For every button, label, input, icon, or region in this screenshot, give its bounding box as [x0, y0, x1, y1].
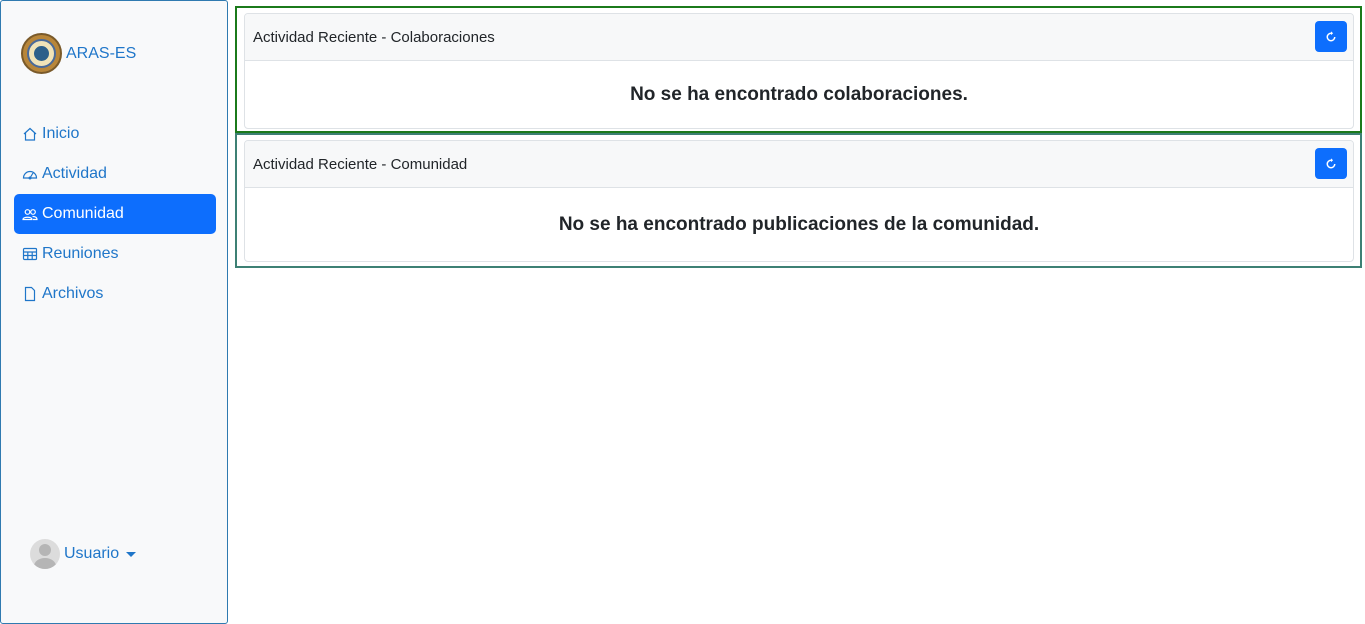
user-menu-toggle[interactable]: Usuario: [30, 539, 137, 569]
sidebar-item-reuniones[interactable]: Reuniones: [14, 234, 216, 274]
card-title: Actividad Reciente - Colaboraciones: [253, 28, 495, 46]
sidebar-item-label: Actividad: [42, 165, 107, 182]
refresh-button[interactable]: [1315, 21, 1347, 52]
card-colaboraciones: Actividad Reciente - Colaboraciones No s…: [244, 13, 1354, 129]
people-icon: [22, 209, 38, 221]
speedometer-icon: [22, 170, 38, 180]
empty-message: No se ha encontrado colaboraciones.: [630, 83, 968, 105]
file-icon: [24, 286, 36, 302]
card-title: Actividad Reciente - Comunidad: [253, 155, 468, 173]
table-icon: [22, 247, 38, 261]
sidebar: ARAS-ES Inicio Actividad Comunidad Reuni…: [0, 0, 228, 624]
card-comunidad: Actividad Reciente - Comunidad No se ha …: [244, 140, 1354, 262]
sidebar-nav: Inicio Actividad Comunidad Reuniones Arc…: [14, 114, 216, 314]
refresh-button[interactable]: [1315, 148, 1347, 179]
caret-down-icon: [126, 551, 137, 557]
institution-logo: [21, 33, 62, 74]
sidebar-item-label: Reuniones: [42, 245, 119, 262]
card-header: Actividad Reciente - Colaboraciones: [245, 14, 1353, 61]
home-icon: [23, 127, 37, 141]
sidebar-item-label: Archivos: [42, 285, 104, 302]
avatar-icon: [30, 539, 60, 569]
sidebar-item-actividad[interactable]: Actividad: [14, 154, 216, 194]
card-header: Actividad Reciente - Comunidad: [245, 141, 1353, 188]
user-label: Usuario: [64, 545, 120, 562]
panel-colaboraciones: Actividad Reciente - Colaboraciones No s…: [235, 6, 1362, 133]
refresh-icon: [1326, 157, 1336, 168]
panel-comunidad: Actividad Reciente - Comunidad No se ha …: [235, 133, 1362, 268]
brand-link[interactable]: ARAS-ES: [21, 33, 136, 74]
sidebar-item-inicio[interactable]: Inicio: [14, 114, 216, 154]
sidebar-item-label: Comunidad: [42, 205, 124, 222]
sidebar-item-archivos[interactable]: Archivos: [14, 274, 216, 314]
brand-label: ARAS-ES: [66, 44, 137, 62]
sidebar-item-comunidad[interactable]: Comunidad: [14, 194, 216, 234]
refresh-icon: [1326, 30, 1336, 41]
empty-message: No se ha encontrado publicaciones de la …: [558, 213, 1040, 235]
sidebar-item-label: Inicio: [42, 125, 80, 142]
